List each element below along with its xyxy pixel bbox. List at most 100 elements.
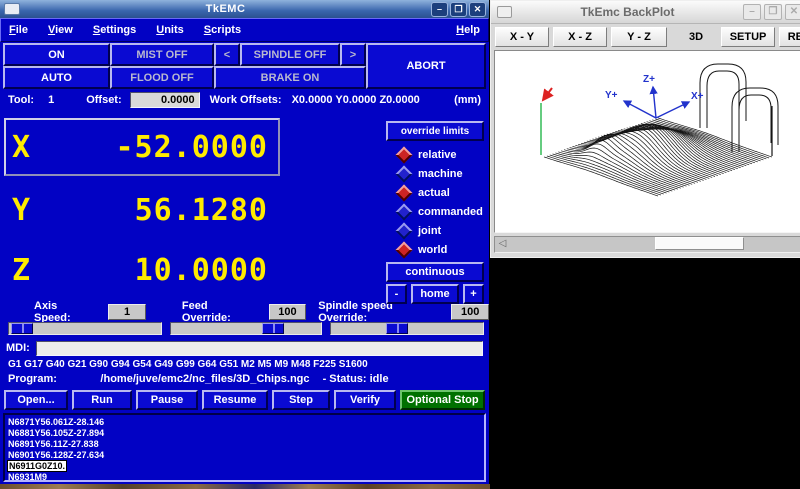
jog-mode-button[interactable]: continuous — [386, 262, 484, 282]
flood-button[interactable]: FLOOD OFF — [110, 66, 214, 89]
tool-marker-arrow — [543, 88, 552, 100]
desktop-edge — [0, 484, 490, 489]
backplot-plot: Z+ Y+ X+ — [495, 51, 800, 233]
toolpath-wireframe — [544, 118, 772, 196]
axes-triad — [624, 87, 689, 118]
spindle-override-slider[interactable] — [330, 322, 484, 335]
y-axis-arrow — [624, 101, 656, 118]
desktop: TkEMC – ❐ ✕ File View Settings Units Scr… — [0, 0, 800, 489]
jog-minus-button[interactable]: - — [386, 284, 407, 304]
z-axis-arrow — [653, 87, 656, 118]
spindle-button[interactable]: SPINDLE OFF — [240, 43, 340, 66]
override-limits-button[interactable]: override limits — [386, 121, 484, 141]
tool-status-row: Tool: 1 Offset: 0.0000 Work Offsets: X0.… — [0, 90, 489, 110]
abort-button[interactable]: ABORT — [366, 43, 486, 89]
spindle-decrease-button[interactable]: < — [214, 43, 240, 66]
resume-button[interactable]: Resume — [202, 390, 268, 410]
y-axis-label: Y+ — [605, 90, 618, 101]
machine-on-button[interactable]: ON — [3, 43, 110, 66]
maximize-button[interactable]: ❐ — [450, 2, 467, 17]
display-options-panel: override limits relative machine actual … — [384, 110, 486, 302]
program-status: - Status: idle — [323, 373, 389, 385]
program-buttons-row: Open... Run Pause Resume Step Verify Opt… — [0, 388, 489, 412]
view-xz-button[interactable]: X - Z — [553, 27, 607, 47]
maximize-button[interactable]: ❐ — [764, 4, 782, 20]
minimize-button[interactable]: – — [431, 2, 448, 17]
axis-speed-value: 1 — [108, 304, 146, 320]
active-gcodes: G1 G17 G40 G21 G90 G94 G54 G49 G99 G64 G… — [0, 358, 489, 373]
radio-indicator-icon — [396, 185, 413, 202]
radio-actual[interactable]: actual — [398, 186, 450, 200]
view-yz-button[interactable]: Y - Z — [611, 27, 667, 47]
axis-speed-slider[interactable] — [8, 322, 162, 335]
home-button[interactable]: home — [411, 284, 459, 304]
machine-controls: ON MIST OFF < SPINDLE OFF > ABORT AUTO F… — [0, 42, 489, 90]
minimize-button[interactable]: – — [743, 4, 761, 20]
units-indicator: (mm) — [454, 94, 481, 106]
program-listing[interactable]: N6871Y56.061Z-28.146 N6881Y56.105Z-27.89… — [3, 413, 486, 482]
feed-override-slider[interactable] — [170, 322, 322, 335]
pause-button[interactable]: Pause — [136, 390, 198, 410]
mode-auto-button[interactable]: AUTO — [3, 66, 110, 89]
radio-relative[interactable]: relative — [398, 148, 457, 162]
open-button[interactable]: Open... — [4, 390, 68, 410]
axis-x-value: -52.0000 — [52, 130, 278, 165]
run-button[interactable]: Run — [72, 390, 132, 410]
tkemc-titlebar[interactable]: TkEMC – ❐ ✕ — [0, 0, 489, 18]
close-button[interactable]: ✕ — [469, 2, 486, 17]
radio-commanded[interactable]: commanded — [398, 205, 483, 219]
close-button[interactable]: ✕ — [785, 4, 800, 20]
axis-y-row[interactable]: Y 56.1280 — [6, 188, 278, 232]
menu-units[interactable]: Units — [156, 24, 184, 36]
menu-file[interactable]: File — [9, 24, 28, 36]
mist-button[interactable]: MIST OFF — [110, 43, 214, 66]
radio-machine[interactable]: machine — [398, 167, 463, 181]
radio-indicator-icon — [396, 223, 413, 240]
axis-z-label: Z — [6, 253, 52, 288]
axis-speed-label: Axis Speed: — [34, 300, 96, 324]
reset-button[interactable]: RESET — [779, 27, 800, 47]
brake-button[interactable]: BRAKE ON — [214, 66, 366, 89]
scrollbar-thumb[interactable] — [655, 237, 744, 250]
listing-line: N6891Y56.11Z-27.838 — [8, 439, 481, 450]
jog-plus-button[interactable]: + — [463, 284, 484, 304]
menu-view[interactable]: View — [48, 24, 73, 36]
menu-scripts[interactable]: Scripts — [204, 24, 241, 36]
backplot-hscrollbar[interactable]: ◁ — [494, 236, 800, 253]
spindle-increase-button[interactable]: > — [340, 43, 366, 66]
axis-x-selected-box[interactable]: X -52.0000 — [4, 118, 280, 176]
view-xy-button[interactable]: X - Y — [495, 27, 549, 47]
tool-label: Tool: — [8, 94, 34, 106]
radio-world[interactable]: world — [398, 243, 447, 257]
offset-entry[interactable]: 0.0000 — [130, 92, 200, 108]
slider-handle[interactable] — [386, 323, 408, 334]
mdi-input[interactable] — [36, 341, 483, 356]
optional-stop-button[interactable]: Optional Stop — [400, 390, 485, 410]
slider-handle[interactable] — [262, 323, 284, 334]
radio-indicator-icon — [396, 166, 413, 183]
x-axis-label: X+ — [691, 91, 704, 102]
work-offsets-label: Work Offsets: — [210, 94, 282, 106]
window-menu-icon[interactable] — [497, 6, 512, 18]
verify-button[interactable]: Verify — [334, 390, 396, 410]
slider-handle[interactable] — [11, 323, 33, 334]
setup-button[interactable]: SETUP — [721, 27, 775, 47]
radio-indicator-icon — [396, 242, 413, 259]
radio-joint[interactable]: joint — [398, 224, 441, 238]
menu-help[interactable]: Help — [456, 24, 480, 36]
mdi-row: MDI: — [0, 338, 489, 358]
backplot-titlebar[interactable]: TkEmc BackPlot – ❐ ✕ — [491, 1, 800, 24]
work-offsets-value: X0.0000 Y0.0000 Z0.0000 — [292, 94, 420, 106]
view-3d-label[interactable]: 3D — [689, 31, 703, 43]
scroll-left-icon[interactable]: ◁ — [495, 237, 510, 250]
spindle-override-value: 100 — [451, 304, 489, 320]
backplot-window: TkEmc BackPlot – ❐ ✕ X - Y X - Z Y - Z 3… — [490, 0, 800, 258]
backplot-canvas[interactable]: Z+ Y+ X+ — [494, 50, 800, 233]
window-menu-icon[interactable] — [4, 3, 20, 15]
position-readout-area: X -52.0000 Y 56.1280 Z 10.0000 override … — [0, 110, 489, 302]
axis-z-row[interactable]: Z 10.0000 — [6, 248, 278, 292]
axis-z-value: 10.0000 — [52, 253, 278, 288]
menu-settings[interactable]: Settings — [93, 24, 136, 36]
axis-y-label: Y — [6, 193, 52, 228]
step-button[interactable]: Step — [272, 390, 330, 410]
